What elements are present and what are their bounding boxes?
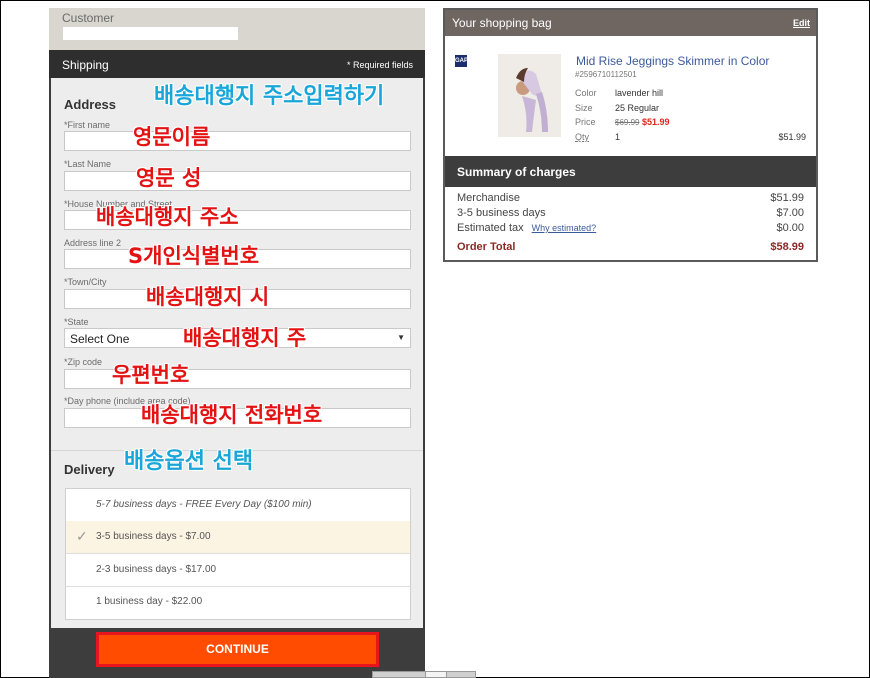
summary-title: Summary of charges xyxy=(457,165,576,179)
bag-title: Your shopping bag xyxy=(452,16,552,30)
line-total: $51.99 xyxy=(778,132,806,142)
delivery-option-label: 5-7 business days - FREE Every Day ($100… xyxy=(96,499,312,510)
delivery-option-label: 1 business day - $22.00 xyxy=(96,596,203,607)
delivery-option[interactable]: 2-3 business days - $17.00 xyxy=(66,554,410,587)
shipping-form: Address *First name *Last Name *House Nu… xyxy=(51,78,423,628)
summary-row-shipping: 3-5 business days $7.00 xyxy=(457,207,804,221)
address-title: Address xyxy=(64,97,117,112)
product-image[interactable] xyxy=(498,54,561,137)
delivery-option-label: 3-5 business days - $7.00 xyxy=(96,531,211,542)
annotation-last-name: 영문 성 xyxy=(136,166,202,190)
bag-header: Your shopping bag Edit xyxy=(445,10,816,36)
size-label: Size xyxy=(575,103,593,113)
original-price: $69.99 xyxy=(615,118,640,127)
product-photo-icon xyxy=(498,54,561,137)
edit-link[interactable]: Edit xyxy=(793,18,810,28)
delivery-options: 5-7 business days - FREE Every Day ($100… xyxy=(65,488,411,620)
color-value: lavender hill xyxy=(615,88,664,98)
summary-header: Summary of charges xyxy=(445,156,816,187)
shipping-title: Shipping xyxy=(62,58,109,72)
annotation-line2: S개인식별번호 xyxy=(128,244,260,268)
merchandise-amount: $51.99 xyxy=(770,192,804,204)
chevron-down-icon: ▼ xyxy=(397,333,405,342)
checkmark-icon: ✓ xyxy=(76,528,88,544)
summary-row-tax: Estimated tax Why estimated? $0.00 xyxy=(457,222,804,236)
shipping-label: 3-5 business days xyxy=(457,207,546,219)
merchandise-label: Merchandise xyxy=(457,192,520,204)
state-label: *State xyxy=(64,317,89,327)
required-note: * Required fields xyxy=(346,60,413,70)
delivery-option-selected[interactable]: ✓ 3-5 business days - $7.00 xyxy=(66,521,410,554)
why-estimated-link[interactable]: Why estimated? xyxy=(532,223,597,233)
shipping-header: Shipping * Required fields xyxy=(49,50,425,78)
summary-row-total: Order Total $58.99 xyxy=(457,241,804,255)
shopping-bag-panel: Your shopping bag Edit GAP Mid Rise Jegg… xyxy=(443,8,818,262)
horizontal-scrollbar[interactable] xyxy=(372,671,476,678)
price-value: $69.99 $51.99 xyxy=(615,117,670,127)
zip-label: *Zip code xyxy=(64,357,103,367)
product-sku: #2596710112501 xyxy=(575,70,637,79)
scrollbar-thumb[interactable] xyxy=(425,672,447,677)
price-label: Price xyxy=(575,117,596,127)
delivery-title: Delivery xyxy=(64,462,115,477)
color-label: Color xyxy=(575,88,597,98)
summary-row-merchandise: Merchandise $51.99 xyxy=(457,192,804,206)
state-select-value: Select One xyxy=(70,332,130,346)
shipping-amount: $7.00 xyxy=(776,207,804,219)
first-name-label: *First name xyxy=(64,120,111,130)
customer-email-field[interactable] xyxy=(63,27,238,40)
first-name-input[interactable] xyxy=(64,131,411,151)
delivery-option[interactable]: 5-7 business days - FREE Every Day ($100… xyxy=(66,489,410,522)
annotation-phone: 배송대행지 전화번호 xyxy=(141,403,323,427)
annotation-state: 배송대행지 주 xyxy=(183,326,307,350)
tax-amount: $0.00 xyxy=(776,222,804,234)
annotation-address-heading: 배송대행지 주소입력하기 xyxy=(154,84,385,109)
annotation-first-name: 영문이름 xyxy=(133,125,211,149)
last-name-input[interactable] xyxy=(64,171,411,191)
product-name-link[interactable]: Mid Rise Jeggings Skimmer in Color xyxy=(576,54,769,68)
size-value: 25 Regular xyxy=(615,103,660,113)
delivery-option[interactable]: 1 business day - $22.00 xyxy=(66,586,410,618)
delivery-option-label: 2-3 business days - $17.00 xyxy=(96,564,217,575)
last-name-label: *Last Name xyxy=(64,159,112,169)
customer-label: Customer xyxy=(62,11,115,25)
total-amount: $58.99 xyxy=(770,241,804,253)
annotation-delivery: 배송옵션 선택 xyxy=(124,449,254,474)
annotation-street: 배송대행지 주소 xyxy=(96,205,239,229)
tax-label: Estimated tax xyxy=(457,222,524,234)
total-label: Order Total xyxy=(457,241,516,253)
customer-section: Customer xyxy=(49,8,425,50)
city-label: *Town/City xyxy=(64,277,107,287)
annotation-zip: 우편번호 xyxy=(112,363,190,387)
brand-logo: GAP xyxy=(455,55,468,67)
address-line2-label: Address line 2 xyxy=(64,238,122,248)
qty-label: Qty xyxy=(575,132,590,142)
qty-value: 1 xyxy=(615,132,621,142)
continue-button[interactable]: CONTINUE xyxy=(96,632,379,667)
annotation-city: 배송대행지 시 xyxy=(146,285,270,309)
sale-price: $51.99 xyxy=(641,117,670,127)
